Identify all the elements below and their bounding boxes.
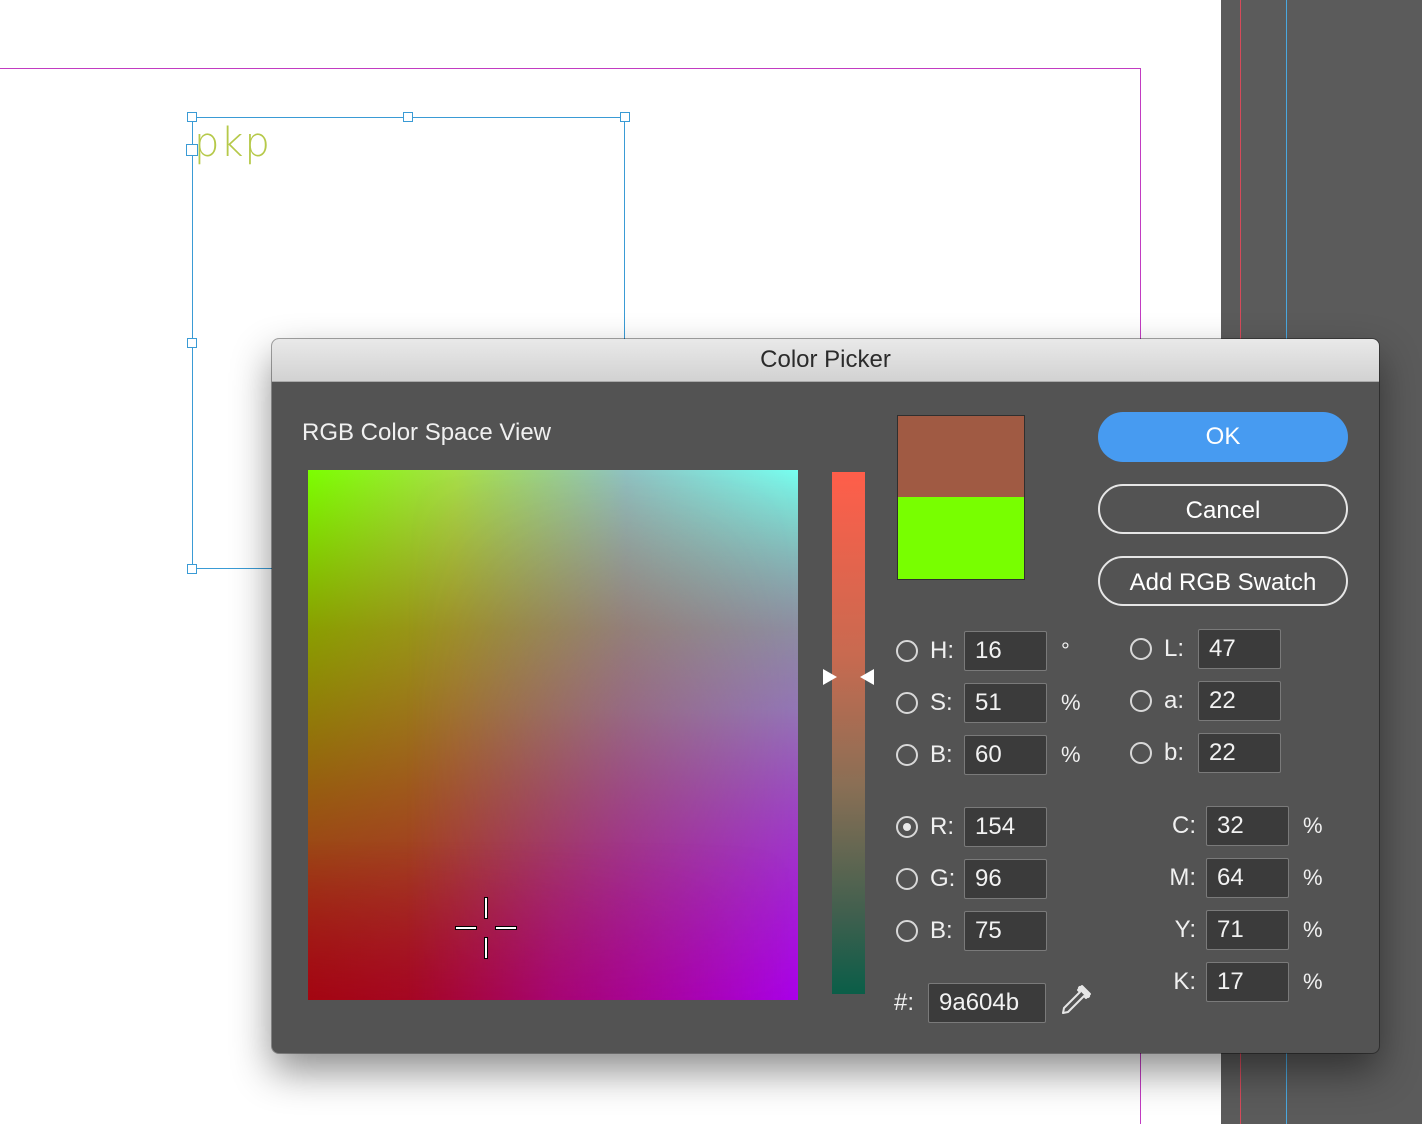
saturation-input[interactable]: 51: [964, 683, 1047, 723]
hue-radio[interactable]: [896, 640, 918, 662]
black-unit: %: [1303, 969, 1323, 994]
lab-l-label: L:: [1164, 635, 1185, 662]
blue-input[interactable]: 75: [964, 911, 1047, 951]
hue-row: H: 16 °: [896, 631, 1070, 671]
hex-row: #: 9a604b: [894, 983, 1046, 1023]
lab-l-row: L: 47: [1130, 629, 1281, 669]
lab-l-radio[interactable]: [1130, 638, 1152, 660]
cyan-label: C:: [1172, 812, 1196, 839]
yellow-label: Y:: [1174, 916, 1196, 943]
slider-arrow-left-icon[interactable]: [823, 669, 837, 685]
lab-b-input[interactable]: 22: [1198, 733, 1281, 773]
eyedropper-icon[interactable]: [1058, 982, 1094, 1018]
saturation-row: S: 51 %: [896, 683, 1081, 723]
magenta-input[interactable]: 64: [1206, 858, 1289, 898]
red-input[interactable]: 154: [964, 807, 1047, 847]
black-row: K: 17 %: [1160, 962, 1323, 1002]
saturation-unit: %: [1061, 690, 1081, 715]
hex-input[interactable]: 9a604b: [928, 983, 1046, 1023]
blue-radio[interactable]: [896, 920, 918, 942]
color-field[interactable]: [308, 470, 798, 1000]
dialog-titlebar[interactable]: Color Picker: [272, 339, 1379, 382]
red-radio[interactable]: [896, 816, 918, 838]
slider-arrow-right-icon[interactable]: [860, 669, 874, 685]
brightness-unit: %: [1061, 742, 1081, 767]
green-input[interactable]: 96: [964, 859, 1047, 899]
add-rgb-swatch-button[interactable]: Add RGB Swatch: [1098, 556, 1348, 606]
original-color-swatch[interactable]: [897, 497, 1025, 580]
blue-row: B: 75: [896, 911, 1047, 951]
cyan-input[interactable]: 32: [1206, 806, 1289, 846]
section-title: RGB Color Space View: [302, 419, 551, 446]
hue-label: H:: [930, 637, 954, 664]
new-color-swatch: [897, 415, 1025, 498]
blue-label: B:: [930, 917, 953, 944]
lab-b-row: b: 22: [1130, 733, 1281, 773]
lab-b-radio[interactable]: [1130, 742, 1152, 764]
ok-button[interactable]: OK: [1098, 412, 1348, 462]
color-picker-dialog: Color Picker RGB Color Space View OK Can…: [272, 339, 1379, 1053]
lab-a-label: a:: [1164, 687, 1185, 714]
frame-handle-middle-left[interactable]: [187, 338, 197, 348]
lab-a-input[interactable]: 22: [1198, 681, 1281, 721]
brightness-radio[interactable]: [896, 744, 918, 766]
cancel-button[interactable]: Cancel: [1098, 484, 1348, 534]
brightness-row: B: 60 %: [896, 735, 1081, 775]
yellow-input[interactable]: 71: [1206, 910, 1289, 950]
degree-unit: °: [1061, 638, 1070, 663]
saturation-label: S:: [930, 689, 953, 716]
hex-label: #:: [894, 989, 915, 1016]
frame-handle-bottom-left[interactable]: [187, 564, 197, 574]
yellow-row: Y: 71 %: [1160, 910, 1323, 950]
brightness-label: B:: [930, 741, 953, 768]
yellow-unit: %: [1303, 917, 1323, 942]
black-input[interactable]: 17: [1206, 962, 1289, 1002]
frame-handle-top-center[interactable]: [403, 112, 413, 122]
frame-handle-top-right[interactable]: [620, 112, 630, 122]
green-label: G:: [930, 865, 956, 892]
lab-a-radio[interactable]: [1130, 690, 1152, 712]
saturation-radio[interactable]: [896, 692, 918, 714]
magenta-unit: %: [1303, 865, 1323, 890]
hue-input[interactable]: 16: [964, 631, 1047, 671]
red-label: R:: [930, 813, 954, 840]
cyan-row: C: 32 %: [1160, 806, 1323, 846]
green-radio[interactable]: [896, 868, 918, 890]
lab-a-row: a: 22: [1130, 681, 1281, 721]
crosshair-cursor[interactable]: [456, 898, 516, 958]
red-row: R: 154: [896, 807, 1047, 847]
cyan-unit: %: [1303, 813, 1323, 838]
black-label: K:: [1173, 968, 1196, 995]
magenta-label: M:: [1169, 864, 1196, 891]
lab-l-input[interactable]: 47: [1198, 629, 1281, 669]
frame-text: pkp: [194, 120, 271, 166]
magenta-row: M: 64 %: [1160, 858, 1323, 898]
brightness-input[interactable]: 60: [964, 735, 1047, 775]
margin-guide-top: [0, 68, 1141, 69]
color-slider[interactable]: [832, 472, 865, 994]
green-row: G: 96: [896, 859, 1047, 899]
lab-b-label: b:: [1164, 739, 1185, 766]
